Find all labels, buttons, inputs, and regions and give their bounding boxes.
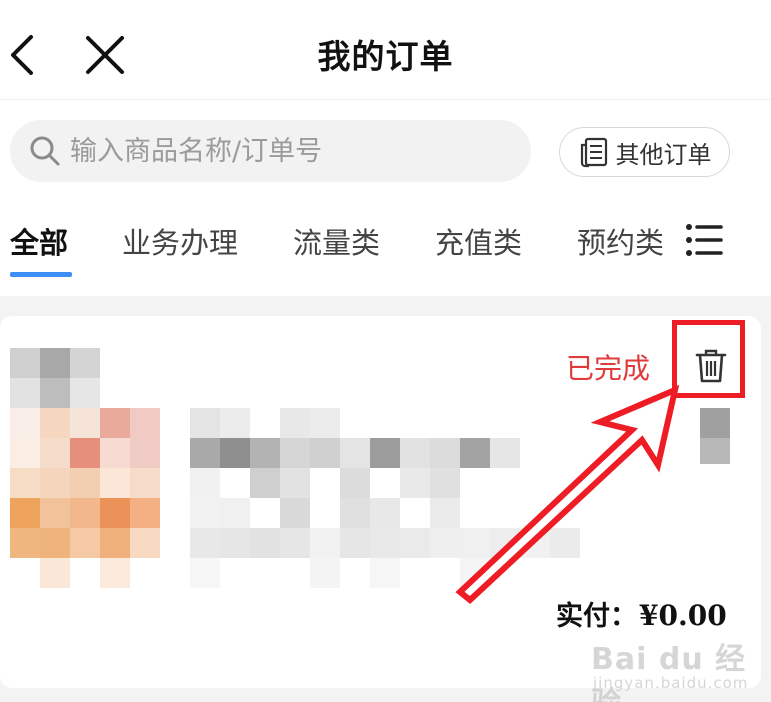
- annotation-arrow: [455, 384, 680, 604]
- baidu-jingyan-watermark: Bai du 经验 jingyan.baidu.com: [591, 634, 771, 702]
- watermark-url: jingyan.baidu.com: [593, 674, 749, 692]
